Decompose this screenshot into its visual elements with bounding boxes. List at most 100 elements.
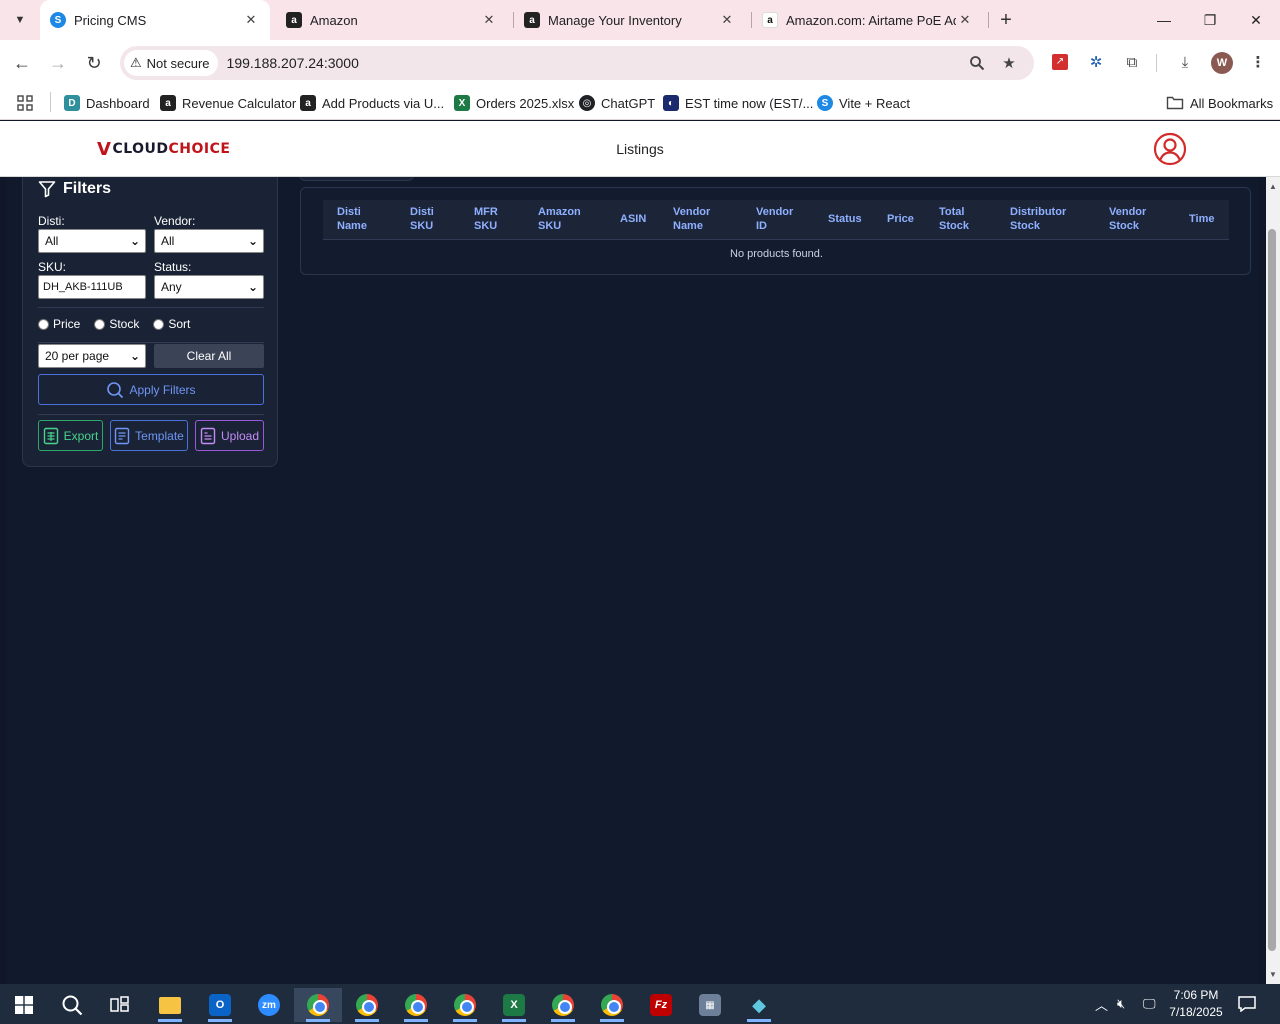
tab-amazon[interactable]: a Amazon ✕ bbox=[276, 0, 508, 40]
reload-icon[interactable]: ↻ bbox=[81, 50, 107, 76]
template-button[interactable]: Template bbox=[110, 420, 188, 451]
bookmark-add-products[interactable]: a Add Products via U... bbox=[300, 92, 444, 114]
chrome-profile-5-icon[interactable] bbox=[588, 988, 636, 1022]
bookmark-label: Revenue Calculator bbox=[182, 95, 297, 111]
chrome-profile-3-icon[interactable] bbox=[441, 988, 489, 1022]
show-hidden-icons-chevron-icon[interactable]: ︿ bbox=[1095, 984, 1108, 1024]
notifications-icon[interactable] bbox=[1238, 984, 1256, 1024]
upload-button[interactable]: Upload bbox=[195, 420, 264, 451]
close-tab-icon[interactable]: ✕ bbox=[242, 11, 260, 29]
chevron-down-icon: ⌄ bbox=[247, 280, 258, 294]
col-price[interactable]: Price bbox=[887, 212, 914, 226]
col-asin[interactable]: ASIN bbox=[620, 212, 646, 226]
chrome-icon[interactable] bbox=[343, 988, 391, 1022]
scroll-down-arrow-icon[interactable]: ▼ bbox=[1266, 967, 1280, 981]
sku-input[interactable]: DH_AKB-111UB bbox=[38, 275, 146, 299]
address-bar[interactable]: ⚠ Not secure 199.188.207.24:3000 ★ bbox=[120, 46, 1034, 80]
col-disti-name[interactable]: Disti Name bbox=[337, 205, 367, 233]
tab-pricing-cms[interactable]: S Pricing CMS ✕ bbox=[40, 0, 270, 40]
radio-sort[interactable]: Sort bbox=[153, 317, 190, 331]
browser-menu-kebab-icon[interactable]: ⋮ bbox=[1246, 50, 1270, 74]
bookmark-dashboard[interactable]: D Dashboard bbox=[64, 92, 150, 114]
back-arrow-icon[interactable]: ← bbox=[9, 50, 35, 76]
file-explorer-icon[interactable] bbox=[146, 988, 194, 1022]
status-select[interactable]: Any ⌄ bbox=[154, 275, 264, 299]
task-view-icon[interactable] bbox=[96, 988, 144, 1022]
tab-amazon-airtame[interactable]: a Amazon.com: Airtame PoE Ada ✕ bbox=[752, 0, 984, 40]
col-vendor-name[interactable]: Vendor Name bbox=[673, 205, 710, 233]
radio-price[interactable]: Price bbox=[38, 317, 80, 331]
col-total-stock[interactable]: Total Stock bbox=[939, 205, 969, 233]
radio-circle[interactable] bbox=[38, 318, 49, 330]
scrollbar-thumb[interactable] bbox=[1268, 229, 1276, 951]
bookmark-star-icon[interactable]: ★ bbox=[998, 52, 1020, 74]
windows-taskbar: O zm X Fz ▦ ◆ ︿ 🔇︎ 🖵︎ 7:06 PM 7/18/2025 bbox=[0, 984, 1280, 1024]
close-tab-icon[interactable]: ✕ bbox=[956, 11, 974, 29]
clock-time: 7:06 PM bbox=[1173, 988, 1219, 1002]
apply-filters-label: Apply Filters bbox=[129, 382, 196, 397]
extension-gear-icon[interactable]: ✲ bbox=[1084, 50, 1108, 74]
restore-window-icon[interactable]: ❐ bbox=[1187, 0, 1233, 40]
chrome-profile-2-icon[interactable] bbox=[392, 988, 440, 1022]
bookmark-orders-xlsx[interactable]: X Orders 2025.xlsx bbox=[454, 92, 574, 114]
bookmark-vite-react[interactable]: S Vite + React bbox=[817, 92, 910, 114]
search-icon[interactable] bbox=[48, 988, 96, 1022]
export-button[interactable]: Export bbox=[38, 420, 103, 451]
forward-arrow-icon[interactable]: → bbox=[45, 50, 71, 76]
outlook-icon[interactable]: O bbox=[196, 988, 244, 1022]
volume-muted-icon[interactable]: 🔇︎ bbox=[1117, 984, 1125, 1024]
scroll-up-arrow-icon[interactable]: ▲ bbox=[1266, 179, 1280, 193]
minimize-window-icon[interactable]: — bbox=[1141, 0, 1187, 40]
close-window-icon[interactable]: ✕ bbox=[1233, 0, 1279, 40]
template-label: Template bbox=[135, 428, 184, 443]
tab-manage-inventory[interactable]: a Manage Your Inventory ✕ bbox=[514, 0, 746, 40]
radio-circle[interactable] bbox=[153, 318, 165, 330]
col-amazon-sku[interactable]: Amazon SKU bbox=[538, 205, 581, 233]
vendor-select[interactable]: All ⌄ bbox=[154, 229, 264, 253]
chrome-profile-4-icon[interactable] bbox=[539, 988, 587, 1022]
all-bookmarks-button[interactable]: All Bookmarks bbox=[1166, 92, 1273, 114]
bookmark-revenue-calculator[interactable]: a Revenue Calculator bbox=[160, 92, 296, 114]
disti-select[interactable]: All ⌄ bbox=[38, 229, 146, 253]
col-time[interactable]: Time bbox=[1189, 212, 1214, 226]
network-icon[interactable]: 🖵︎ bbox=[1143, 984, 1156, 1024]
extensions-puzzle-icon[interactable]: ⧉ bbox=[1120, 50, 1144, 74]
system-clock[interactable]: 7:06 PM 7/18/2025 bbox=[1166, 987, 1226, 1021]
calculator-icon[interactable]: ▦ bbox=[686, 988, 734, 1022]
bookmark-chatgpt[interactable]: ◎ ChatGPT bbox=[579, 92, 655, 114]
col-disti-sku[interactable]: Disti SKU bbox=[410, 205, 434, 233]
tab-search-chevron-icon[interactable]: ▼ bbox=[8, 8, 32, 32]
remote-app-icon[interactable]: ◆ bbox=[735, 988, 783, 1022]
apply-filters-button[interactable]: Apply Filters bbox=[38, 374, 264, 405]
pdf-extension-icon[interactable]: ↗ bbox=[1048, 50, 1072, 74]
url-text[interactable]: 199.188.207.24:3000 bbox=[227, 55, 359, 71]
vcloudchoice-logo[interactable]: V CLOUD CHOICE bbox=[97, 139, 230, 160]
col-status[interactable]: Status bbox=[828, 212, 862, 226]
tab-title: Amazon.com: Airtame PoE Ada bbox=[786, 12, 956, 28]
new-tab-plus-icon[interactable]: + bbox=[994, 8, 1018, 32]
chrome-profile-w-icon[interactable] bbox=[294, 988, 342, 1022]
zoom-magnifier-icon[interactable] bbox=[966, 52, 988, 74]
col-distributor-stock[interactable]: Distributor Stock bbox=[1010, 205, 1066, 233]
per-page-select[interactable]: 20 per page ⌄ bbox=[38, 344, 146, 368]
security-indicator[interactable]: ⚠ Not secure bbox=[124, 50, 218, 76]
filezilla-icon[interactable]: Fz bbox=[637, 988, 685, 1022]
zoom-app-icon[interactable]: zm bbox=[245, 988, 293, 1022]
profile-avatar[interactable]: W bbox=[1211, 52, 1233, 74]
close-tab-icon[interactable]: ✕ bbox=[718, 11, 736, 29]
col-vendor-stock[interactable]: Vendor Stock bbox=[1109, 205, 1146, 233]
radio-circle[interactable] bbox=[94, 318, 106, 330]
clear-all-button[interactable]: Clear All bbox=[154, 344, 264, 368]
windows-start-icon[interactable] bbox=[0, 988, 48, 1022]
col-mfr-sku[interactable]: MFR SKU bbox=[474, 205, 498, 233]
excel-icon[interactable]: X bbox=[490, 988, 538, 1022]
bookmark-est-time[interactable]: ◐ EST time now (EST/... bbox=[663, 92, 813, 114]
close-tab-icon[interactable]: ✕ bbox=[480, 11, 498, 29]
user-profile-icon[interactable] bbox=[1153, 132, 1187, 166]
radio-stock[interactable]: Stock bbox=[94, 317, 139, 331]
col-vendor-id[interactable]: Vendor ID bbox=[756, 205, 793, 233]
downloads-icon[interactable]: ⤓ bbox=[1173, 50, 1197, 74]
tab-favicon-icon: a bbox=[286, 12, 302, 28]
apps-grid-icon[interactable] bbox=[16, 92, 34, 114]
page-scrollbar[interactable]: ▲ ▼ bbox=[1266, 177, 1280, 984]
